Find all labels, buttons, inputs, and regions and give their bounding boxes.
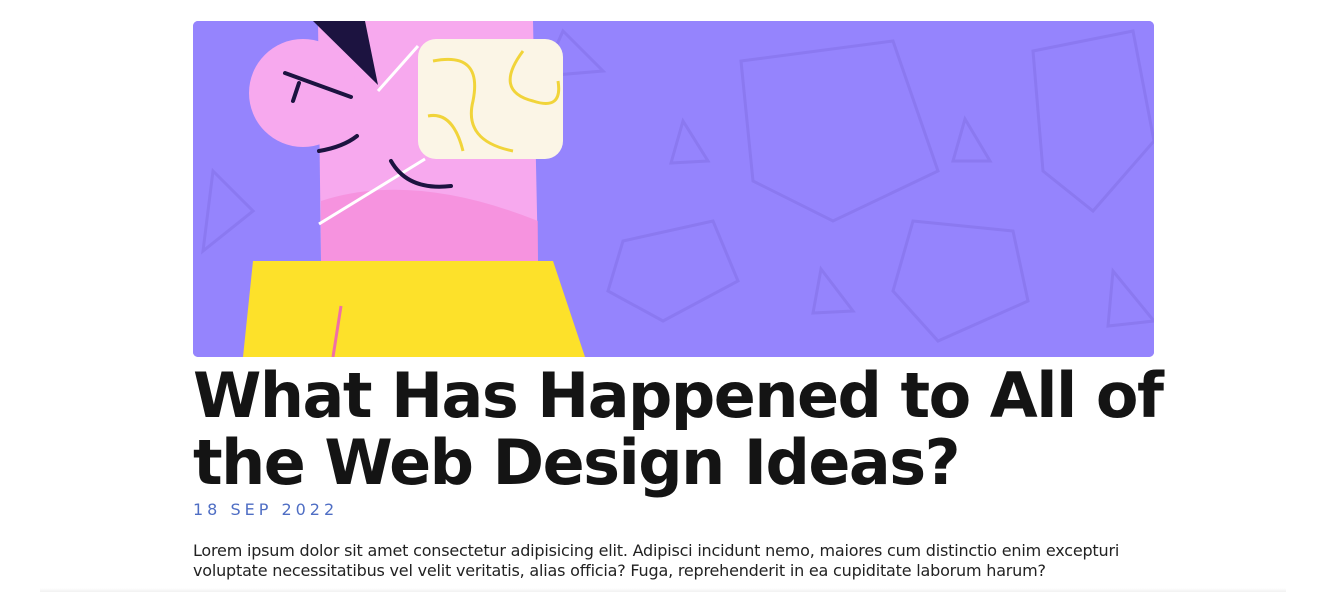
card-bottom-edge	[40, 588, 1286, 592]
hero-image	[193, 21, 1154, 357]
article-title[interactable]: What Has Happened to All of the Web Desi…	[193, 362, 1173, 496]
article-excerpt: Lorem ipsum dolor sit amet consectetur a…	[193, 541, 1120, 580]
blog-post-page: What Has Happened to All of the Web Desi…	[0, 0, 1326, 592]
article-date: 18 SEP 2022	[193, 500, 339, 519]
mask-illustration	[193, 21, 1154, 357]
